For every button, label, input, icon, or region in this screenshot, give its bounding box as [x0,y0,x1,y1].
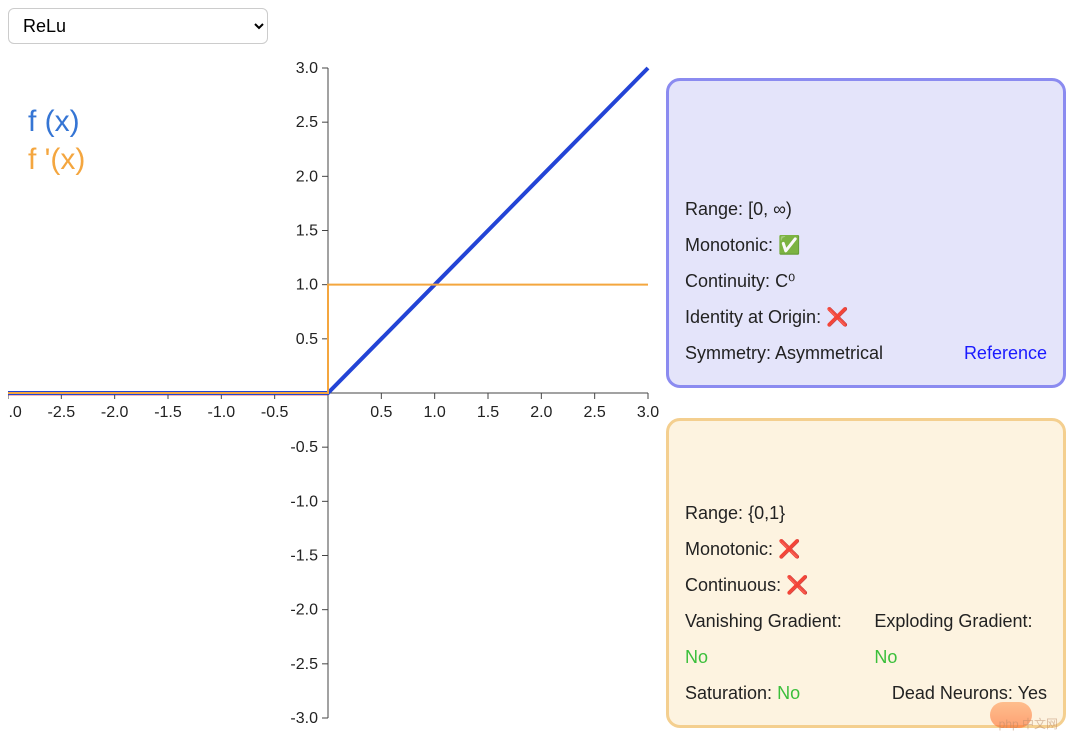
chart-stage: f (x) f '(x) -3.0-2.5-2.0-1.5-1.0-0.50.5… [8,48,1072,738]
svg-text:3.0: 3.0 [296,60,318,77]
svg-text:2.0: 2.0 [530,404,552,421]
vanishing-value: No [685,647,708,667]
exploding-label: Exploding Gradient: [874,611,1032,631]
d-continuous-label: Continuous: [685,575,781,595]
identity-label: Identity at Origin: [685,307,821,327]
dead-value: Yes [1018,683,1047,703]
vanishing-label: Vanishing Gradient: [685,611,842,631]
svg-text:-2.5: -2.5 [290,656,318,673]
activation-select[interactable]: ReLu [8,8,268,44]
saturation-label: Saturation: [685,683,772,703]
svg-text:1.5: 1.5 [296,223,318,240]
range-value: [0, ∞) [748,199,792,219]
monotonic-label: Monotonic: [685,235,773,255]
svg-text:-1.5: -1.5 [290,548,318,565]
d-range-value: {0,1} [748,503,785,523]
svg-text:-3.0: -3.0 [290,710,318,727]
dead-label: Dead Neurons: [892,683,1013,703]
svg-text:2.5: 2.5 [296,114,318,131]
d-continuous-value: ❌ [786,575,808,595]
symmetry-label: Symmetry: [685,343,771,363]
svg-text:-2.5: -2.5 [48,404,76,421]
svg-text:2.5: 2.5 [584,404,606,421]
function-properties-card: Range: [0, ∞) Monotonic: ✅ Continuity: C… [666,78,1066,388]
svg-text:1.0: 1.0 [424,404,446,421]
watermark-text: php 中文网 [999,715,1058,732]
svg-text:0.5: 0.5 [370,404,392,421]
symmetry-value: Asymmetrical [775,343,883,363]
svg-text:1.5: 1.5 [477,404,499,421]
exploding-value: No [874,647,897,667]
d-monotonic-value: ❌ [778,539,800,559]
svg-text:-2.0: -2.0 [101,404,129,421]
d-range-label: Range: [685,503,743,523]
continuity-label: Continuity: [685,271,770,291]
svg-text:3.0: 3.0 [637,404,659,421]
svg-text:-0.5: -0.5 [290,439,318,456]
svg-text:2.0: 2.0 [296,168,318,185]
svg-text:-1.0: -1.0 [208,404,236,421]
svg-text:-3.0: -3.0 [8,404,22,421]
saturation-value: No [777,683,800,703]
line-chart: -3.0 -2.5 -2.0 -1.5 -1.0 -0.5 0.5 1.0 1.5 2.0 2.5 3… [8,48,668,738]
identity-value: ❌ [826,307,848,327]
svg-text:-0.5: -0.5 [261,404,289,421]
derivative-properties-card: Range: {0,1} Monotonic: ❌ Continuous: ❌ … [666,418,1066,728]
svg-text:-2.0: -2.0 [290,602,318,619]
range-label: Range: [685,199,743,219]
d-monotonic-label: Monotonic: [685,539,773,559]
svg-text:0.5: 0.5 [296,331,318,348]
reference-link[interactable]: Reference [964,335,1047,371]
svg-text:-1.0: -1.0 [290,493,318,510]
monotonic-value: ✅ [778,235,800,255]
svg-text:1.0: 1.0 [296,277,318,294]
svg-text:-1.5: -1.5 [154,404,182,421]
continuity-value: C⁰ [775,271,795,291]
